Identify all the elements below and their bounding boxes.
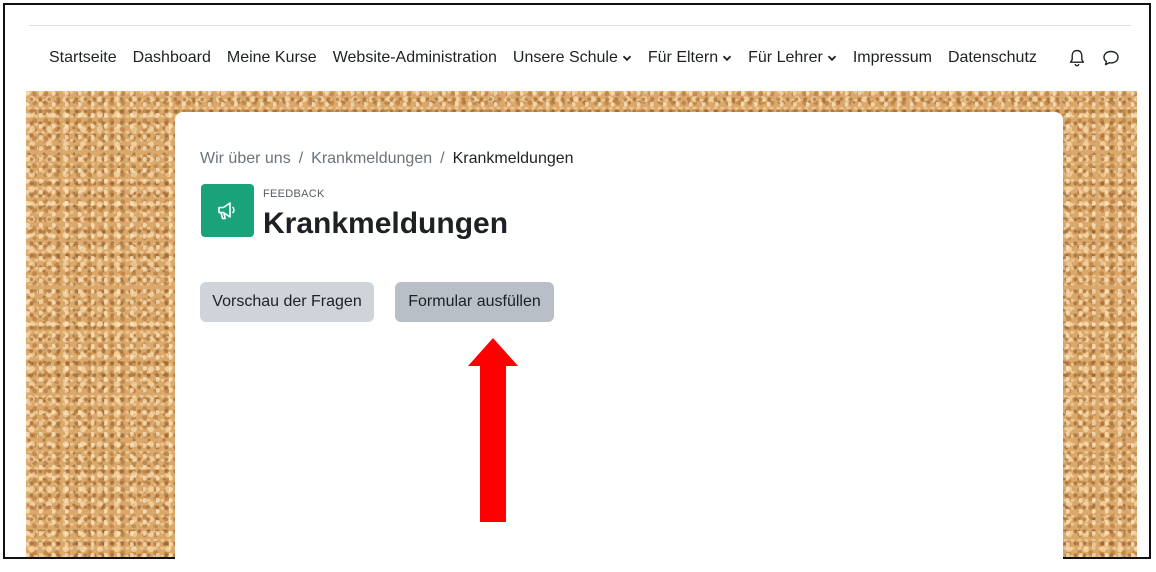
nav-item-label: Für Eltern xyxy=(647,49,719,66)
nav-item-startseite[interactable]: Startseite xyxy=(41,49,125,67)
nav-item-fuer-lehrer[interactable]: Für Lehrer xyxy=(740,49,845,67)
chevron-down-icon xyxy=(827,55,836,62)
nav-menu: Startseite Dashboard Meine Kurse Website… xyxy=(29,49,1045,67)
chevron-down-icon xyxy=(622,55,632,62)
breadcrumb-separator: / xyxy=(440,150,445,167)
primary-navigation: Startseite Dashboard Meine Kurse Website… xyxy=(29,26,1131,90)
nav-item-fuer-eltern[interactable]: Für Eltern xyxy=(640,49,740,67)
bell-icon[interactable] xyxy=(1067,48,1087,68)
megaphone-icon xyxy=(217,201,235,219)
breadcrumb-current: Krankmeldungen xyxy=(452,150,574,167)
breadcrumb-item-krankmeldungen[interactable]: Krankmeldungen xyxy=(311,150,432,168)
nav-item-meine-kurse[interactable]: Meine Kurse xyxy=(219,49,325,67)
nav-icon-group xyxy=(1067,48,1131,68)
nav-item-website-administration[interactable]: Website-Administration xyxy=(325,49,505,67)
breadcrumb-item-wir-ueber-uns[interactable]: Wir über uns xyxy=(200,150,291,168)
breadcrumb-separator: / xyxy=(298,150,304,167)
nav-item-dashboard[interactable]: Dashboard xyxy=(125,49,219,67)
nav-item-impressum[interactable]: Impressum xyxy=(845,49,940,67)
nav-item-label: Für Lehrer xyxy=(748,49,823,66)
main-content-card: Wir über uns / Krankmeldungen / Krankmel… xyxy=(175,112,1063,572)
preview-questions-button[interactable]: Vorschau der Fragen xyxy=(200,282,374,322)
nav-item-unsere-schule[interactable]: Unsere Schule xyxy=(505,49,640,67)
nav-item-label: Unsere Schule xyxy=(512,49,618,66)
nav-item-datenschutz[interactable]: Datenschutz xyxy=(940,49,1045,67)
activity-icon xyxy=(201,184,254,237)
breadcrumb: Wir über uns / Krankmeldungen / Krankmel… xyxy=(200,150,574,168)
chevron-down-icon xyxy=(722,55,732,62)
chat-bubble-icon[interactable] xyxy=(1101,48,1121,68)
activity-type-label: FEEDBACK xyxy=(263,188,325,200)
red-arrow-annotation xyxy=(468,338,518,522)
fill-form-button[interactable]: Formular ausfüllen xyxy=(395,282,554,322)
page-title: Krankmeldungen xyxy=(263,207,509,240)
